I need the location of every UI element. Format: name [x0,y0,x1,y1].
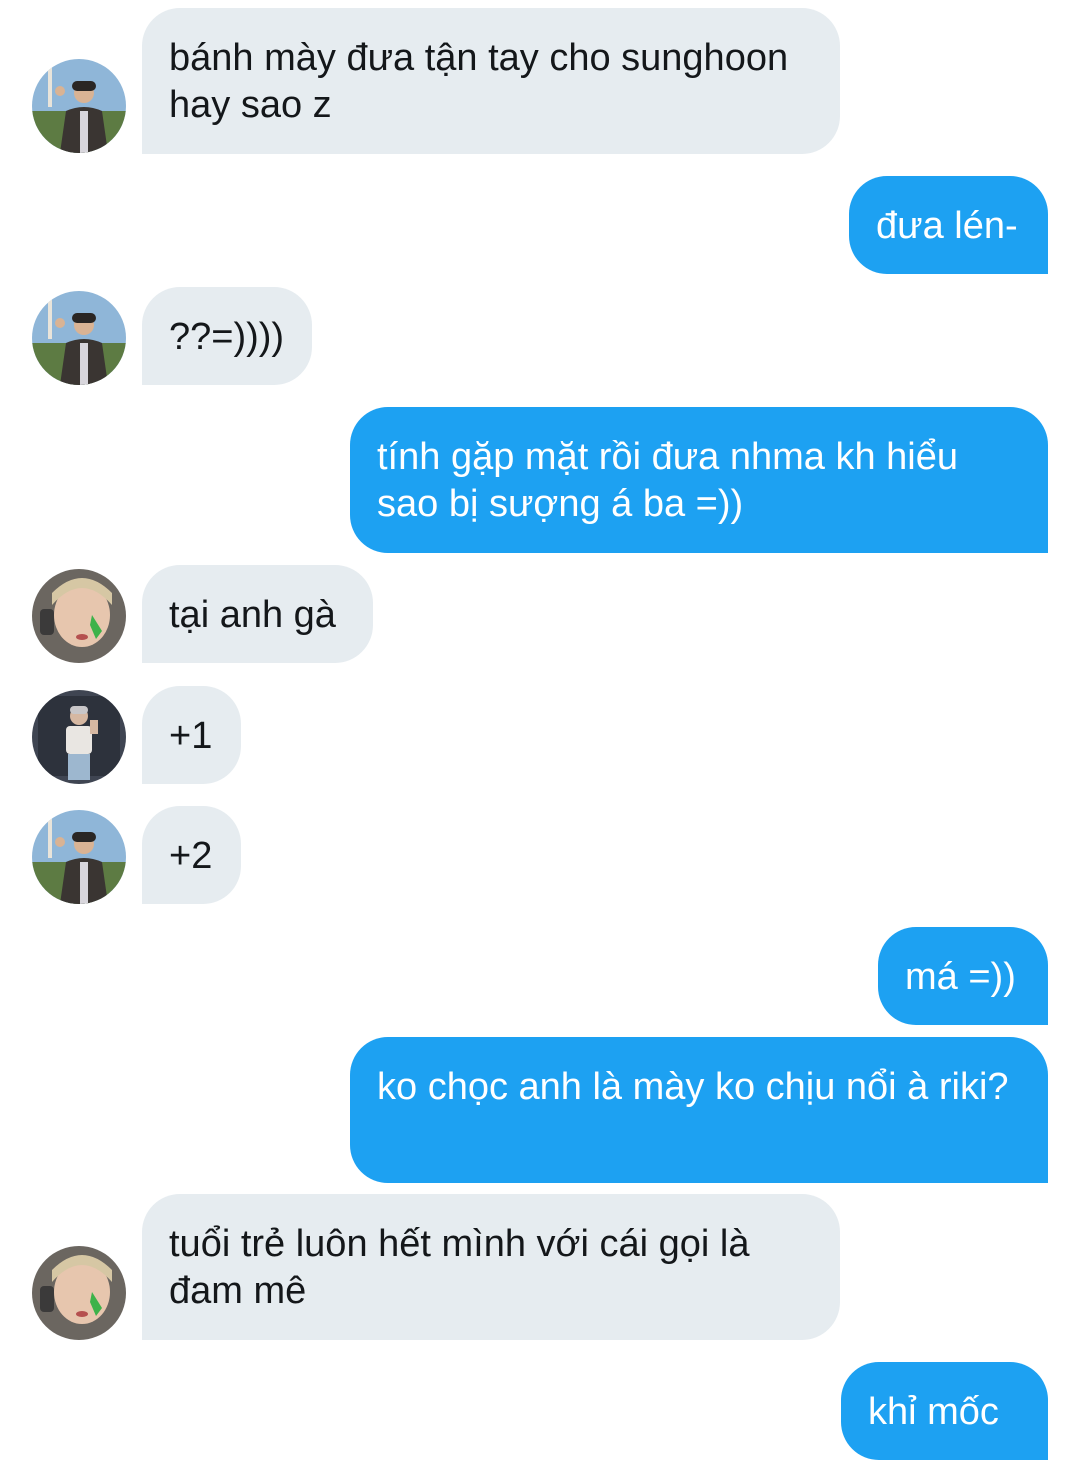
message-bubble[interactable]: +2 [142,806,241,904]
message-bubble[interactable]: ko chọc anh là mày ko chịu nổi à riki? [350,1037,1048,1183]
sender-avatar[interactable] [32,810,126,904]
message-bubble[interactable]: khỉ mốc [841,1362,1048,1460]
message-bubble[interactable]: đưa lén- [849,176,1048,274]
message-bubble[interactable]: tại anh gà [142,565,373,663]
sender-avatar[interactable] [32,569,126,663]
message-bubble[interactable]: tính gặp mặt rồi đưa nhma kh hiểu sao bị… [350,407,1048,553]
sender-avatar[interactable] [32,1246,126,1340]
message-bubble[interactable]: má =)) [878,927,1048,1025]
message-bubble[interactable]: tuổi trẻ luôn hết mình với cái gọi là đa… [142,1194,840,1340]
sender-avatar[interactable] [32,291,126,385]
message-bubble[interactable]: +1 [142,686,241,784]
sender-avatar[interactable] [32,59,126,153]
sender-avatar[interactable] [32,690,126,784]
message-bubble[interactable]: ??=)))) [142,287,312,385]
message-bubble[interactable]: bánh mày đưa tận tay cho sunghoon hay sa… [142,8,840,154]
